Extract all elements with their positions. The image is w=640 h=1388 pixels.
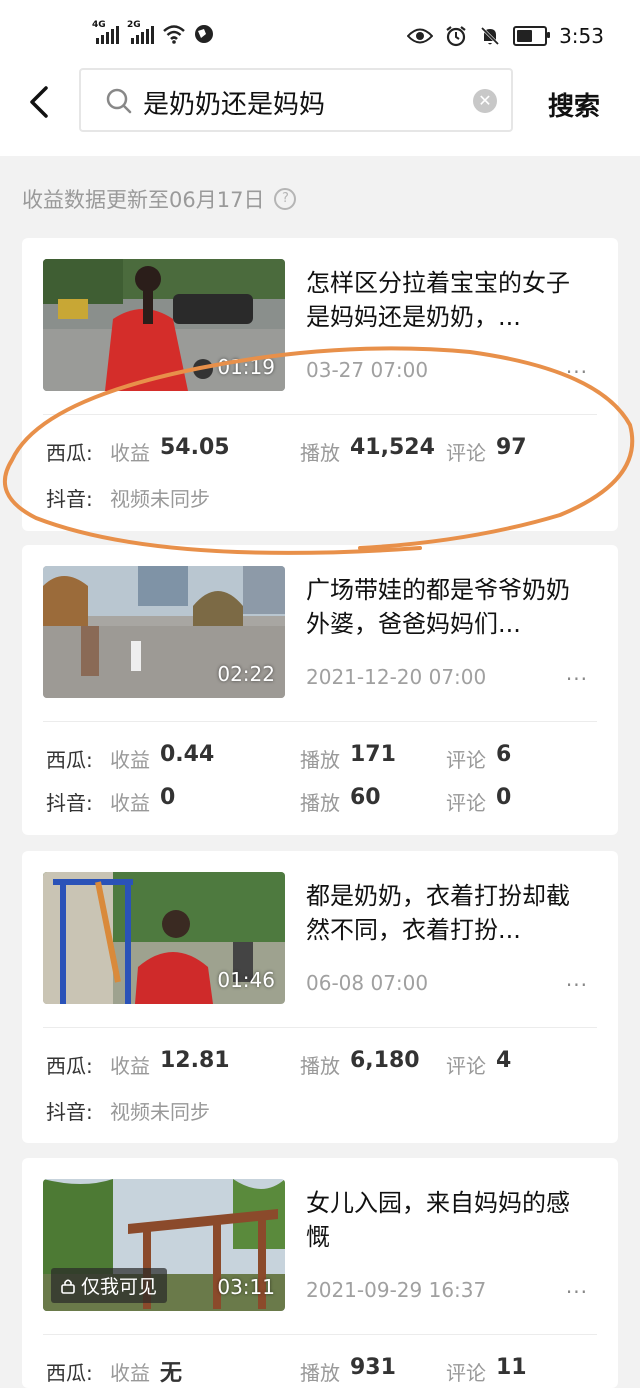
search-icon bbox=[106, 88, 132, 114]
video-title[interactable]: 广场带娃的都是爷爷奶奶外婆，爸爸妈妈们... bbox=[306, 573, 588, 641]
comment-value: 97 bbox=[496, 435, 527, 460]
comment-label: 评论 bbox=[446, 748, 486, 772]
more-options-icon[interactable]: ··· bbox=[566, 667, 588, 691]
xigua-label: 西瓜: bbox=[46, 1361, 93, 1385]
video-duration: 01:19 bbox=[217, 355, 275, 379]
eye-icon bbox=[407, 28, 434, 44]
video-title[interactable]: 怎样区分拉着宝宝的女子是妈妈还是奶奶，... bbox=[306, 266, 588, 334]
income-value: 54.05 bbox=[160, 435, 230, 460]
play-label: 播放 bbox=[300, 1054, 340, 1078]
publish-date: 2021-12-20 07:00 bbox=[306, 665, 487, 689]
more-options-icon[interactable]: ··· bbox=[566, 973, 588, 997]
douyin-stats-row: 抖音: 收益 0 播放 60 评论 0 bbox=[46, 785, 606, 817]
play-label: 播放 bbox=[300, 748, 340, 772]
help-icon[interactable]: ? bbox=[274, 188, 297, 210]
video-thumbnail[interactable]: 02:22 bbox=[43, 566, 285, 698]
xigua-stats-row: 西瓜: 收益 0.44 播放 171 评论 6 bbox=[46, 742, 606, 774]
search-input[interactable]: 是奶奶还是妈妈 ✕ bbox=[79, 68, 513, 132]
status-bar: 4G 2G 3:53 bbox=[0, 0, 640, 70]
globe-icon bbox=[195, 25, 213, 43]
video-card[interactable]: 01:19 怎样区分拉着宝宝的女子是妈妈还是奶奶，... 03-27 07:00… bbox=[22, 238, 618, 531]
video-duration: 02:22 bbox=[217, 662, 275, 686]
play-value: 41,524 bbox=[350, 435, 435, 460]
video-title[interactable]: 都是奶奶，衣着打扮却截然不同，衣着打扮... bbox=[306, 879, 588, 947]
douyin-label: 抖音: bbox=[46, 1100, 93, 1124]
income-label: 收益 bbox=[110, 791, 150, 815]
income-label: 收益 bbox=[110, 748, 150, 772]
private-label: 仅我可见 bbox=[81, 1276, 158, 1298]
publish-date: 06-08 07:00 bbox=[306, 971, 429, 995]
douyin-stats-row: 抖音: 视频未同步 bbox=[46, 1096, 606, 1126]
douyin-stats-row: 抖音: 视频未同步 bbox=[46, 483, 606, 513]
play-label: 播放 bbox=[300, 441, 340, 465]
publish-date: 2021-09-29 16:37 bbox=[306, 1278, 487, 1302]
comment-value: 0 bbox=[496, 785, 512, 810]
cell-signal-icon: 2G bbox=[127, 20, 154, 44]
search-button[interactable]: 搜索 bbox=[548, 86, 600, 123]
douyin-status: 视频未同步 bbox=[110, 1100, 210, 1124]
clock: 3:53 bbox=[559, 24, 604, 48]
income-update-notice: 收益数据更新至06月17日 ? bbox=[22, 184, 297, 214]
battery-icon bbox=[513, 26, 551, 46]
more-options-icon[interactable]: ··· bbox=[566, 1280, 588, 1304]
divider bbox=[43, 721, 597, 722]
video-card[interactable]: 01:46 都是奶奶，衣着打扮却截然不同，衣着打扮... 06-08 07:00… bbox=[22, 851, 618, 1143]
douyin-label: 抖音: bbox=[46, 487, 93, 511]
comment-label: 评论 bbox=[446, 1054, 486, 1078]
play-value: 171 bbox=[350, 742, 396, 767]
clear-icon[interactable]: ✕ bbox=[473, 89, 497, 113]
search-header: 是奶奶还是妈妈 ✕ 搜索 bbox=[0, 66, 640, 156]
comment-value: 4 bbox=[496, 1048, 512, 1073]
income-label: 收益 bbox=[110, 441, 150, 465]
lock-icon bbox=[61, 1278, 75, 1294]
video-duration: 01:46 bbox=[217, 968, 275, 992]
comment-value: 11 bbox=[496, 1355, 527, 1380]
income-label: 收益 bbox=[110, 1054, 150, 1078]
xigua-stats-row: 西瓜: 收益 54.05 播放 41,524 评论 97 bbox=[46, 435, 606, 467]
income-value: 0 bbox=[160, 785, 176, 810]
play-label: 播放 bbox=[300, 791, 340, 815]
mute-bell-icon bbox=[481, 26, 500, 46]
xigua-label: 西瓜: bbox=[46, 1054, 93, 1078]
divider bbox=[43, 1334, 597, 1335]
comment-label: 评论 bbox=[446, 791, 486, 815]
cell-signal-icon: 4G bbox=[92, 20, 119, 44]
video-card[interactable]: 仅我可见 03:11 女儿入园，来自妈妈的感慨 2021-09-29 16:37… bbox=[22, 1158, 618, 1388]
play-value: 931 bbox=[350, 1355, 396, 1380]
douyin-label: 抖音: bbox=[46, 791, 93, 815]
play-label: 播放 bbox=[300, 1361, 340, 1385]
income-value: 12.81 bbox=[160, 1048, 230, 1073]
comment-value: 6 bbox=[496, 742, 512, 767]
private-badge: 仅我可见 bbox=[51, 1268, 168, 1303]
douyin-status: 视频未同步 bbox=[110, 487, 210, 511]
alarm-icon bbox=[446, 26, 466, 47]
video-thumbnail[interactable]: 01:19 bbox=[43, 259, 285, 391]
more-options-icon[interactable]: ··· bbox=[566, 360, 588, 384]
divider bbox=[43, 414, 597, 415]
video-thumbnail[interactable]: 01:46 bbox=[43, 872, 285, 1004]
divider bbox=[43, 1027, 597, 1028]
play-value: 6,180 bbox=[350, 1048, 420, 1073]
income-label: 收益 bbox=[110, 1361, 150, 1385]
xigua-label: 西瓜: bbox=[46, 441, 93, 465]
wifi-icon bbox=[163, 25, 185, 44]
comment-label: 评论 bbox=[446, 1361, 486, 1385]
income-value: 无 bbox=[160, 1361, 183, 1386]
video-thumbnail[interactable]: 仅我可见 03:11 bbox=[43, 1179, 285, 1311]
video-duration: 03:11 bbox=[217, 1275, 275, 1299]
search-query[interactable]: 是奶奶还是妈妈 bbox=[143, 84, 325, 121]
notice-text: 收益数据更新至06月17日 bbox=[22, 188, 265, 212]
xigua-label: 西瓜: bbox=[46, 748, 93, 772]
xigua-stats-row: 西瓜: 收益 12.81 播放 6,180 评论 4 bbox=[46, 1048, 606, 1080]
play-value: 60 bbox=[350, 785, 381, 810]
comment-label: 评论 bbox=[446, 441, 486, 465]
xigua-stats-row: 西瓜: 收益 无 播放 931 评论 11 bbox=[46, 1355, 606, 1387]
video-title[interactable]: 女儿入园，来自妈妈的感慨 bbox=[306, 1186, 588, 1254]
income-value: 0.44 bbox=[160, 742, 215, 767]
back-arrow-icon[interactable] bbox=[26, 84, 56, 120]
video-card[interactable]: 02:22 广场带娃的都是爷爷奶奶外婆，爸爸妈妈们... 2021-12-20 … bbox=[22, 545, 618, 835]
publish-date: 03-27 07:00 bbox=[306, 358, 429, 382]
